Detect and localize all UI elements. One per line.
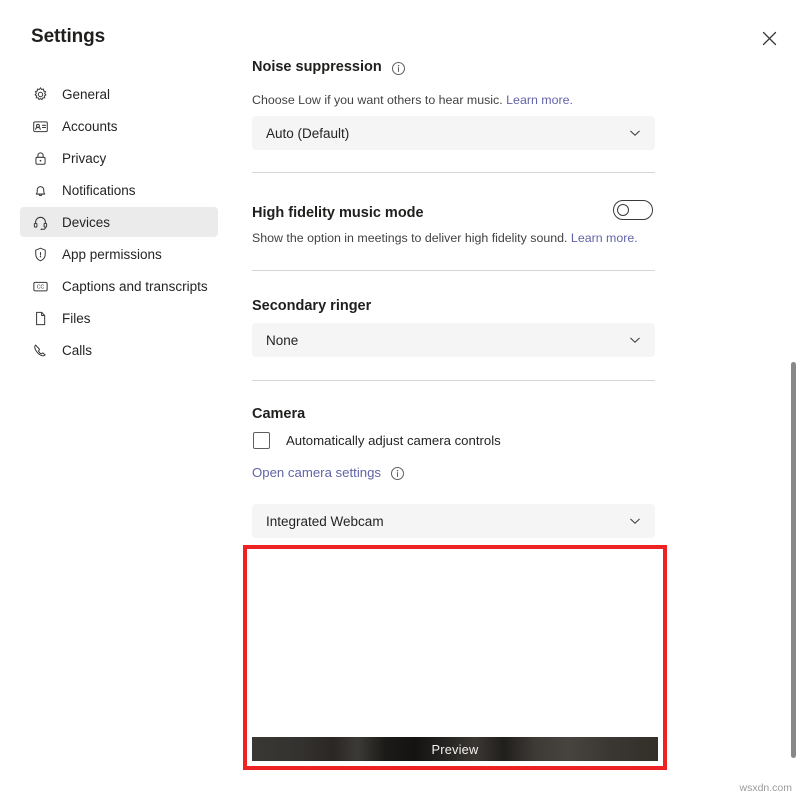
sidebar-item-notifications[interactable]: Notifications (20, 175, 218, 205)
divider (252, 270, 655, 271)
toggle-knob (617, 204, 629, 216)
bell-icon (31, 181, 50, 200)
camera-preview-label: Preview (432, 742, 479, 757)
headset-icon (31, 213, 50, 232)
sidebar-item-label: Files (62, 311, 91, 326)
info-icon[interactable] (390, 466, 405, 481)
noise-suppression-description-text: Choose Low if you want others to hear mu… (252, 93, 503, 107)
shield-icon (31, 245, 50, 264)
open-camera-settings-link[interactable]: Open camera settings (252, 465, 381, 480)
sidebar-item-label: App permissions (62, 247, 162, 262)
camera-heading: Camera (252, 406, 305, 422)
learn-more-link[interactable]: Learn more. (506, 93, 573, 107)
auto-adjust-camera-label: Automatically adjust camera controls (286, 433, 501, 448)
sidebar-item-app-permissions[interactable]: App permissions (20, 239, 218, 269)
divider (252, 380, 655, 381)
sidebar-item-label: Captions and transcripts (62, 279, 208, 294)
camera-device-dropdown[interactable]: Integrated Webcam (252, 504, 655, 538)
camera-device-dropdown-value: Integrated Webcam (266, 514, 384, 529)
auto-adjust-camera-checkbox-row[interactable]: Automatically adjust camera controls (253, 432, 501, 449)
secondary-ringer-dropdown-value: None (266, 333, 298, 348)
chevron-down-icon (628, 126, 642, 140)
open-camera-settings-row: Open camera settings (252, 465, 405, 480)
auto-adjust-camera-checkbox[interactable] (253, 432, 270, 449)
scrollbar-track[interactable] (788, 0, 798, 800)
sidebar-item-general[interactable]: General (20, 79, 218, 109)
file-icon (31, 309, 50, 328)
secondary-ringer-dropdown[interactable]: None (252, 323, 655, 357)
sidebar-item-label: Accounts (62, 119, 118, 134)
secondary-ringer-heading: Secondary ringer (252, 298, 371, 314)
sidebar-item-label: Notifications (62, 183, 136, 198)
watermark: wsxdn.com (739, 782, 792, 794)
phone-icon (31, 341, 50, 360)
chevron-down-icon (628, 514, 642, 528)
noise-suppression-dropdown[interactable]: Auto (Default) (252, 116, 655, 150)
noise-suppression-description: Choose Low if you want others to hear mu… (252, 92, 656, 108)
high-fidelity-description-text: Show the option in meetings to deliver h… (252, 231, 567, 245)
sidebar-item-accounts[interactable]: Accounts (20, 111, 218, 141)
settings-sidebar: Settings General Accounts (0, 0, 232, 800)
camera-preview[interactable]: Preview (252, 554, 658, 761)
sidebar-item-label: Calls (62, 343, 92, 358)
close-icon (762, 31, 777, 46)
info-icon[interactable] (391, 61, 406, 76)
secondary-ringer-title: Secondary ringer (252, 298, 371, 314)
sidebar-item-privacy[interactable]: Privacy (20, 143, 218, 173)
sidebar-nav: General Accounts Privacy (20, 79, 218, 367)
closed-caption-icon: CC (31, 277, 50, 296)
noise-suppression-heading: Noise suppression (252, 59, 406, 75)
sidebar-item-label: Privacy (62, 151, 106, 166)
sidebar-item-captions-and-transcripts[interactable]: CC Captions and transcripts (20, 271, 218, 301)
noise-suppression-title: Noise suppression (252, 59, 382, 75)
learn-more-link[interactable]: Learn more. (571, 231, 638, 245)
page-title: Settings (31, 26, 105, 48)
sidebar-item-devices[interactable]: Devices (20, 207, 218, 237)
chevron-down-icon (628, 333, 642, 347)
sidebar-item-calls[interactable]: Calls (20, 335, 218, 365)
scrollbar-thumb[interactable] (791, 362, 796, 758)
lock-icon (31, 149, 50, 168)
high-fidelity-title: High fidelity music mode (252, 205, 424, 221)
contact-card-icon (31, 117, 50, 136)
camera-title: Camera (252, 406, 305, 422)
gear-icon (31, 85, 50, 104)
divider (252, 172, 655, 173)
camera-preview-label-strip: Preview (252, 737, 658, 761)
sidebar-item-label: Devices (62, 215, 110, 230)
sidebar-item-files[interactable]: Files (20, 303, 218, 333)
high-fidelity-description: Show the option in meetings to deliver h… (252, 230, 656, 246)
high-fidelity-toggle[interactable] (613, 200, 653, 220)
close-button[interactable] (755, 24, 783, 52)
noise-suppression-dropdown-value: Auto (Default) (266, 126, 349, 141)
svg-text:CC: CC (37, 284, 45, 290)
sidebar-item-label: General (62, 87, 110, 102)
high-fidelity-heading: High fidelity music mode (252, 205, 424, 221)
camera-preview-highlight-box: Preview (243, 545, 667, 770)
